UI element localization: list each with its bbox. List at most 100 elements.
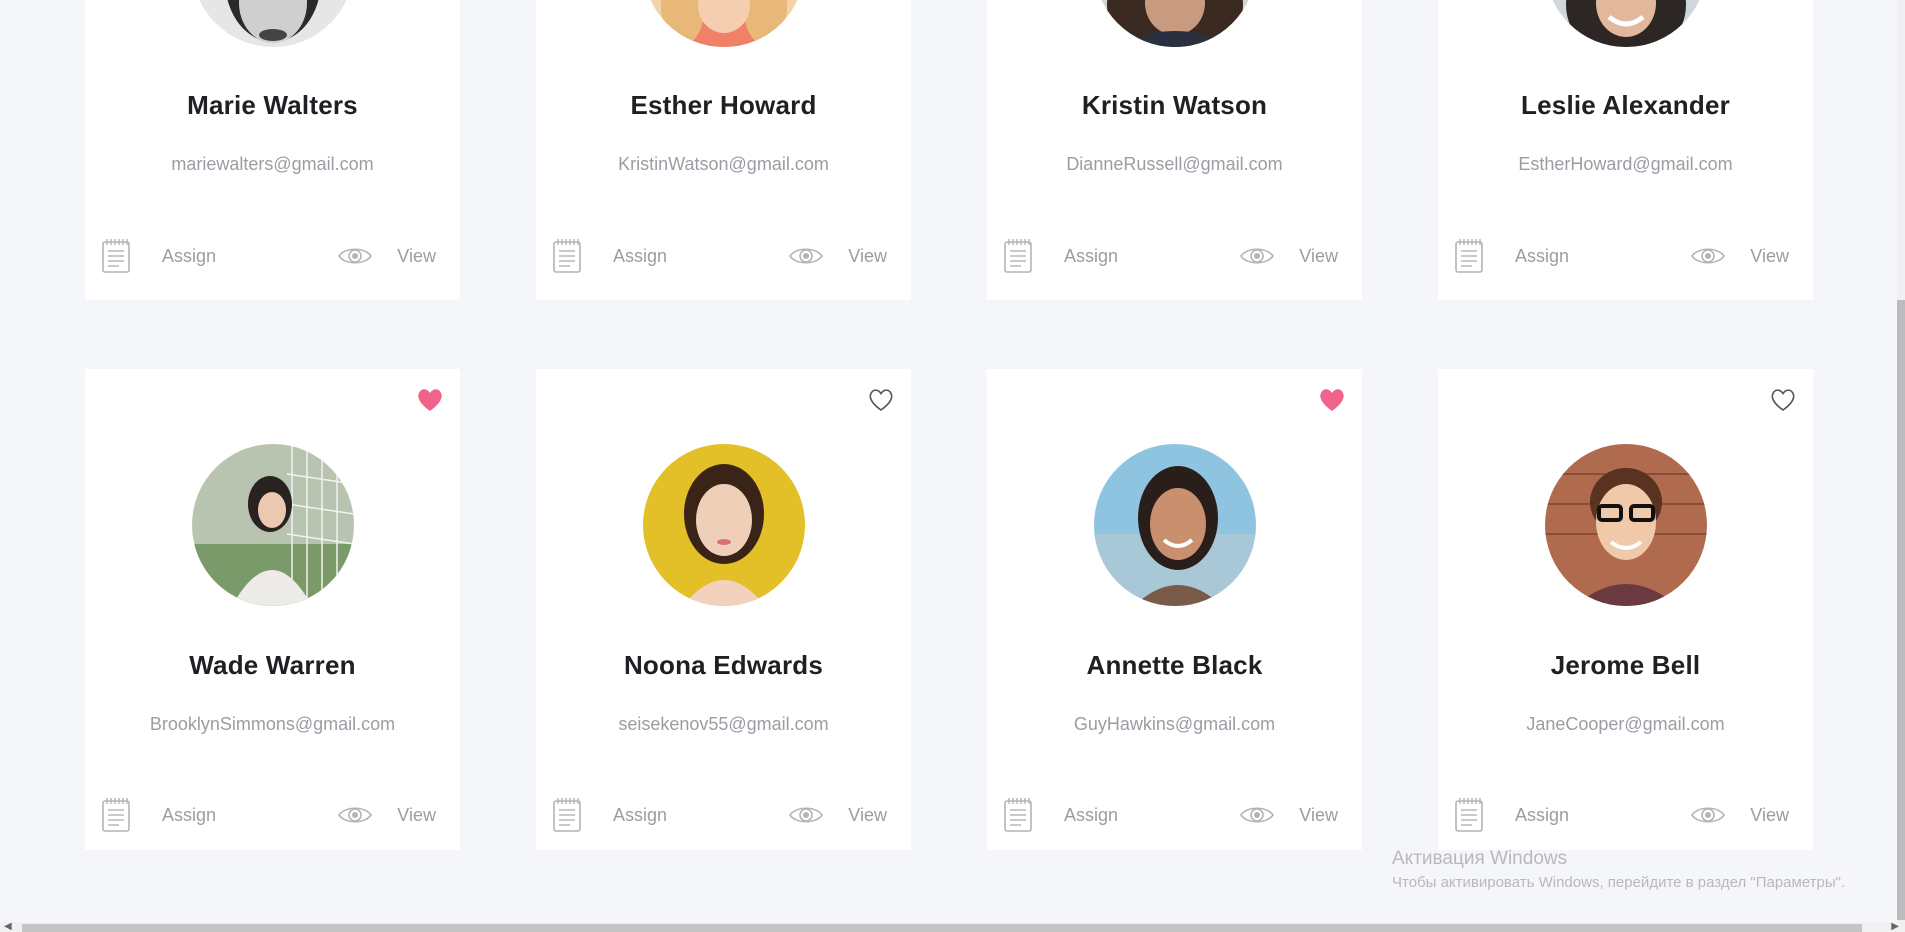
eye-icon	[1690, 803, 1726, 827]
heart-icon	[416, 387, 444, 413]
favorite-button[interactable]	[867, 387, 895, 413]
favorite-button[interactable]	[1318, 387, 1346, 413]
notepad-icon	[1454, 238, 1484, 274]
windows-activation-watermark: Активация Windows Чтобы активировать Win…	[1392, 848, 1845, 891]
view-label: View	[1299, 245, 1338, 266]
user-name: Wade Warren	[189, 650, 356, 680]
assign-button[interactable]: Assign	[1003, 236, 1118, 276]
vertical-scrollbar-thumb[interactable]	[1897, 300, 1905, 920]
scroll-right-icon[interactable]: ▶	[1891, 921, 1899, 932]
avatar	[642, 0, 805, 47]
card-actions: Assign View	[85, 795, 460, 835]
user-card-grid: Marie Walters mariewalters@gmail.com Ass…	[0, 0, 1905, 932]
view-button[interactable]: View	[1690, 236, 1789, 276]
assign-button[interactable]: Assign	[552, 236, 667, 276]
view-label: View	[1299, 804, 1338, 825]
view-label: View	[397, 245, 436, 266]
assign-button[interactable]: Assign	[1454, 236, 1569, 276]
eye-icon	[1239, 244, 1275, 268]
user-email: GuyHawkins@gmail.com	[1073, 714, 1276, 734]
user-name: Esther Howard	[630, 90, 817, 120]
eye-icon	[337, 803, 373, 827]
user-email: BrooklynSimmons@gmail.com	[149, 714, 396, 734]
notepad-icon	[101, 797, 131, 833]
avatar	[1093, 0, 1256, 47]
assign-label: Assign	[162, 245, 217, 266]
assign-label: Assign	[1515, 804, 1570, 825]
view-button[interactable]: View	[1690, 795, 1789, 835]
heart-icon	[1318, 387, 1346, 413]
notepad-icon	[552, 238, 582, 274]
card-actions: Assign View	[1438, 795, 1813, 835]
user-card: Esther Howard KristinWatson@gmail.com As…	[536, 0, 911, 300]
user-email: DianneRussell@gmail.com	[1066, 154, 1283, 174]
eye-icon	[788, 244, 824, 268]
user-card: Wade Warren BrooklynSimmons@gmail.com As…	[85, 369, 460, 850]
view-label: View	[397, 804, 436, 825]
user-card: Noona Edwards seisekenov55@gmail.com Ass…	[536, 369, 911, 850]
notepad-icon	[1003, 238, 1033, 274]
avatar	[1544, 444, 1707, 606]
user-name: Jerome Bell	[1550, 650, 1701, 680]
heart-icon	[867, 387, 895, 413]
card-actions: Assign View	[85, 236, 460, 276]
view-label: View	[848, 245, 887, 266]
horizontal-scrollbar-thumb[interactable]	[22, 924, 1862, 932]
scroll-left-icon[interactable]: ◀	[4, 921, 12, 932]
watermark-subtitle: Чтобы активировать Windows, перейдите в …	[1392, 874, 1846, 891]
user-card: Leslie Alexander EstherHoward@gmail.com …	[1438, 0, 1813, 300]
user-email: KristinWatson@gmail.com	[618, 154, 829, 174]
favorite-button[interactable]	[416, 387, 444, 413]
assign-label: Assign	[613, 245, 668, 266]
user-name: Noona Edwards	[623, 650, 824, 680]
user-email: seisekenov55@gmail.com	[618, 714, 829, 734]
avatar	[191, 444, 354, 606]
avatar	[1544, 0, 1707, 47]
user-card: Annette Black GuyHawkins@gmail.com Assig…	[987, 369, 1362, 850]
view-button[interactable]: View	[1239, 795, 1338, 835]
assign-button[interactable]: Assign	[101, 795, 216, 835]
view-button[interactable]: View	[337, 795, 436, 835]
assign-label: Assign	[162, 804, 217, 825]
view-label: View	[1750, 245, 1789, 266]
user-name: Annette Black	[1086, 650, 1263, 680]
avatar	[191, 0, 354, 47]
view-button[interactable]: View	[788, 236, 887, 276]
card-actions: Assign View	[536, 795, 911, 835]
assign-label: Assign	[1064, 245, 1119, 266]
view-button[interactable]: View	[1239, 236, 1338, 276]
user-name: Kristin Watson	[1081, 90, 1268, 120]
assign-label: Assign	[1515, 245, 1570, 266]
avatar	[642, 444, 805, 606]
assign-label: Assign	[1064, 804, 1119, 825]
user-email: JaneCooper@gmail.com	[1526, 714, 1725, 734]
card-actions: Assign View	[536, 236, 911, 276]
user-card: Jerome Bell JaneCooper@gmail.com Assign …	[1438, 369, 1813, 850]
user-card: Marie Walters mariewalters@gmail.com Ass…	[85, 0, 460, 300]
user-card: Kristin Watson DianneRussell@gmail.com A…	[987, 0, 1362, 300]
view-button[interactable]: View	[788, 795, 887, 835]
eye-icon	[1690, 244, 1726, 268]
view-label: View	[1750, 804, 1789, 825]
card-actions: Assign View	[1438, 236, 1813, 276]
notepad-icon	[1003, 797, 1033, 833]
user-name: Marie Walters	[187, 90, 358, 120]
card-actions: Assign View	[987, 236, 1362, 276]
eye-icon	[337, 244, 373, 268]
assign-button[interactable]: Assign	[552, 795, 667, 835]
user-email: EstherHoward@gmail.com	[1518, 154, 1733, 174]
view-button[interactable]: View	[337, 236, 436, 276]
view-label: View	[848, 804, 887, 825]
assign-button[interactable]: Assign	[101, 236, 216, 276]
favorite-button[interactable]	[1769, 387, 1797, 413]
card-actions: Assign View	[987, 795, 1362, 835]
eye-icon	[788, 803, 824, 827]
notepad-icon	[552, 797, 582, 833]
assign-button[interactable]: Assign	[1003, 795, 1118, 835]
assign-button[interactable]: Assign	[1454, 795, 1569, 835]
user-name: Leslie Alexander	[1521, 90, 1730, 120]
notepad-icon	[101, 238, 131, 274]
eye-icon	[1239, 803, 1275, 827]
assign-label: Assign	[613, 804, 668, 825]
watermark-title: Активация Windows	[1392, 848, 1568, 869]
